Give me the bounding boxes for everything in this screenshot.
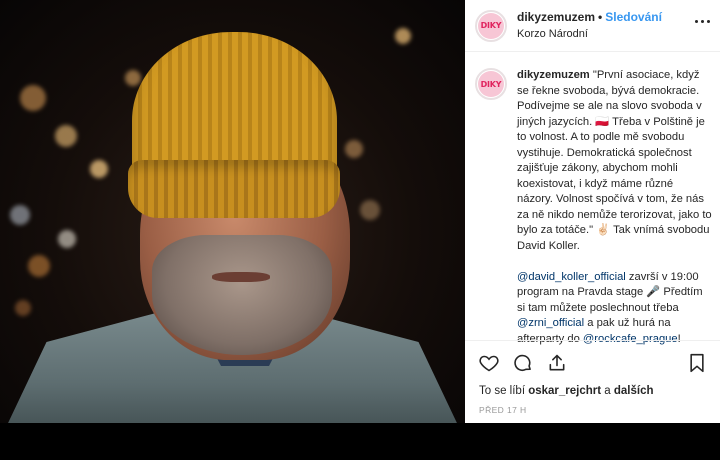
post-photo[interactable] bbox=[0, 0, 465, 423]
bokeh-light bbox=[125, 70, 141, 86]
caption-text: dikyzemuzem "První asociace, když se řek… bbox=[517, 68, 712, 352]
mention-link[interactable]: @zrni_official bbox=[517, 317, 584, 329]
bokeh-light bbox=[15, 300, 31, 316]
header-text: dikyzemuzem • Sledování Korzo Národní bbox=[517, 9, 662, 43]
peace-hand-icon: ✌🏻 bbox=[596, 224, 611, 236]
caption-username[interactable]: dikyzemuzem bbox=[517, 69, 590, 81]
post-side-panel: DIKY dikyzemuzem • Sledování Korzo Národní… bbox=[465, 0, 720, 423]
post-timestamp: PŘED 17 H bbox=[479, 405, 527, 415]
instagram-post: DIKY dikyzemuzem • Sledování Korzo Národní… bbox=[0, 0, 720, 423]
likes-middle: a bbox=[601, 385, 614, 397]
bokeh-light bbox=[10, 205, 30, 225]
action-icons bbox=[479, 351, 706, 375]
caption-part: Třeba v Polštině je to volnost. A to pod… bbox=[517, 115, 712, 237]
bokeh-light bbox=[345, 140, 363, 158]
caption-block: DIKY dikyzemuzem "První asociace, když s… bbox=[465, 52, 720, 352]
post-actions: To se líbí oskar_rejchrt a dalších PŘED … bbox=[465, 340, 720, 423]
bokeh-light bbox=[58, 230, 76, 248]
separator-dot: • bbox=[598, 9, 603, 24]
likes-others-link[interactable]: dalších bbox=[614, 385, 654, 397]
bokeh-light bbox=[55, 125, 77, 147]
avatar-logo-text: DIKY bbox=[480, 79, 502, 89]
mention-link[interactable]: @david_koller_official bbox=[517, 271, 626, 283]
bookmark-icon[interactable] bbox=[688, 353, 706, 373]
beard bbox=[152, 235, 332, 355]
microphone-icon: 🎤 bbox=[646, 286, 661, 298]
heart-icon[interactable] bbox=[479, 353, 499, 373]
likes-summary: To se líbí oskar_rejchrt a dalších bbox=[479, 385, 706, 397]
share-icon[interactable] bbox=[547, 353, 567, 373]
caption-avatar[interactable]: DIKY bbox=[475, 68, 507, 100]
avatar-inner: DIKY bbox=[478, 71, 504, 97]
account-avatar[interactable]: DIKY bbox=[475, 9, 507, 42]
likes-prefix: To se líbí bbox=[479, 385, 529, 397]
bokeh-light bbox=[90, 160, 108, 178]
bokeh-light bbox=[360, 200, 380, 220]
bokeh-light bbox=[395, 28, 411, 44]
follow-button[interactable]: Sledování bbox=[605, 10, 662, 24]
comment-icon[interactable] bbox=[513, 353, 533, 373]
post-header: DIKY dikyzemuzem • Sledování Korzo Národní bbox=[465, 0, 720, 52]
bottom-letterbox bbox=[0, 423, 720, 460]
avatar-logo-text: DIKY bbox=[480, 21, 502, 30]
beanie-fold bbox=[128, 160, 340, 218]
account-username[interactable]: dikyzemuzem bbox=[517, 10, 595, 24]
bokeh-light bbox=[28, 255, 50, 277]
mouth bbox=[212, 272, 270, 282]
liker-username[interactable]: oskar_rejchrt bbox=[528, 385, 601, 397]
avatar-inner: DIKY bbox=[478, 12, 504, 39]
header-top-line: dikyzemuzem • Sledování bbox=[517, 9, 662, 26]
more-options-icon[interactable] bbox=[695, 20, 710, 23]
bokeh-light bbox=[20, 85, 46, 111]
location-link[interactable]: Korzo Národní bbox=[517, 26, 662, 43]
poland-flag-icon: 🇵🇱 bbox=[595, 115, 610, 128]
